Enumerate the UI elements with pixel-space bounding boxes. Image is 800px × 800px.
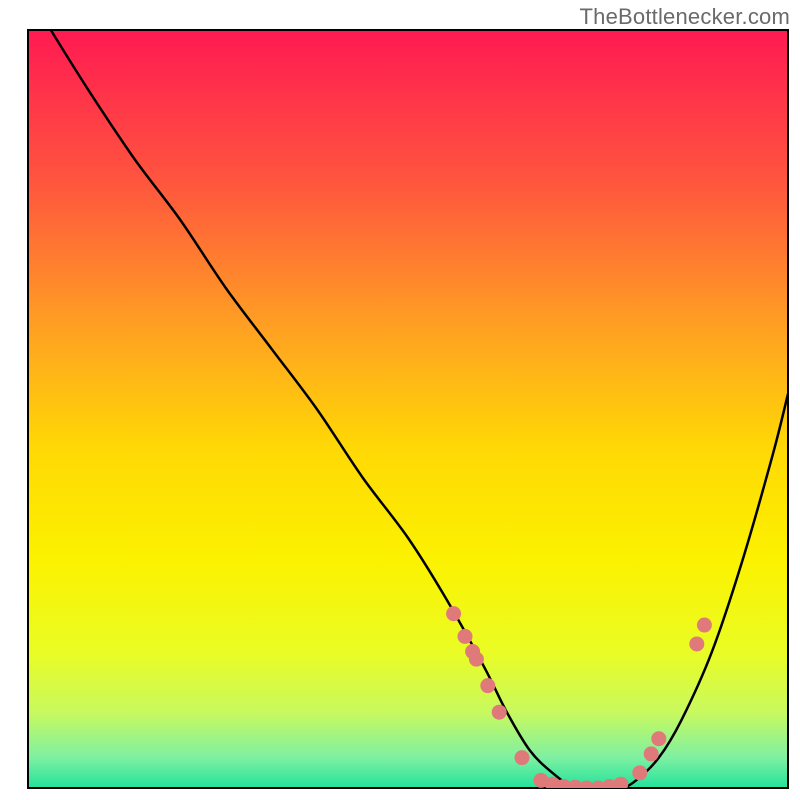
highlight-dot [480, 678, 495, 693]
highlight-dot [644, 746, 659, 761]
highlight-dot [613, 777, 628, 792]
highlight-dot [492, 705, 507, 720]
highlight-dot [458, 629, 473, 644]
highlight-dot [697, 618, 712, 633]
source-caption: TheBottlenecker.com [580, 4, 790, 30]
highlight-dot [689, 636, 704, 651]
bottleneck-chart [0, 0, 800, 800]
chart-container: TheBottlenecker.com [0, 0, 800, 800]
highlight-dot [515, 750, 530, 765]
highlight-dot [651, 731, 666, 746]
highlight-dot [446, 606, 461, 621]
highlight-dot [469, 652, 484, 667]
highlight-dot [632, 765, 647, 780]
plot-background [28, 30, 788, 788]
